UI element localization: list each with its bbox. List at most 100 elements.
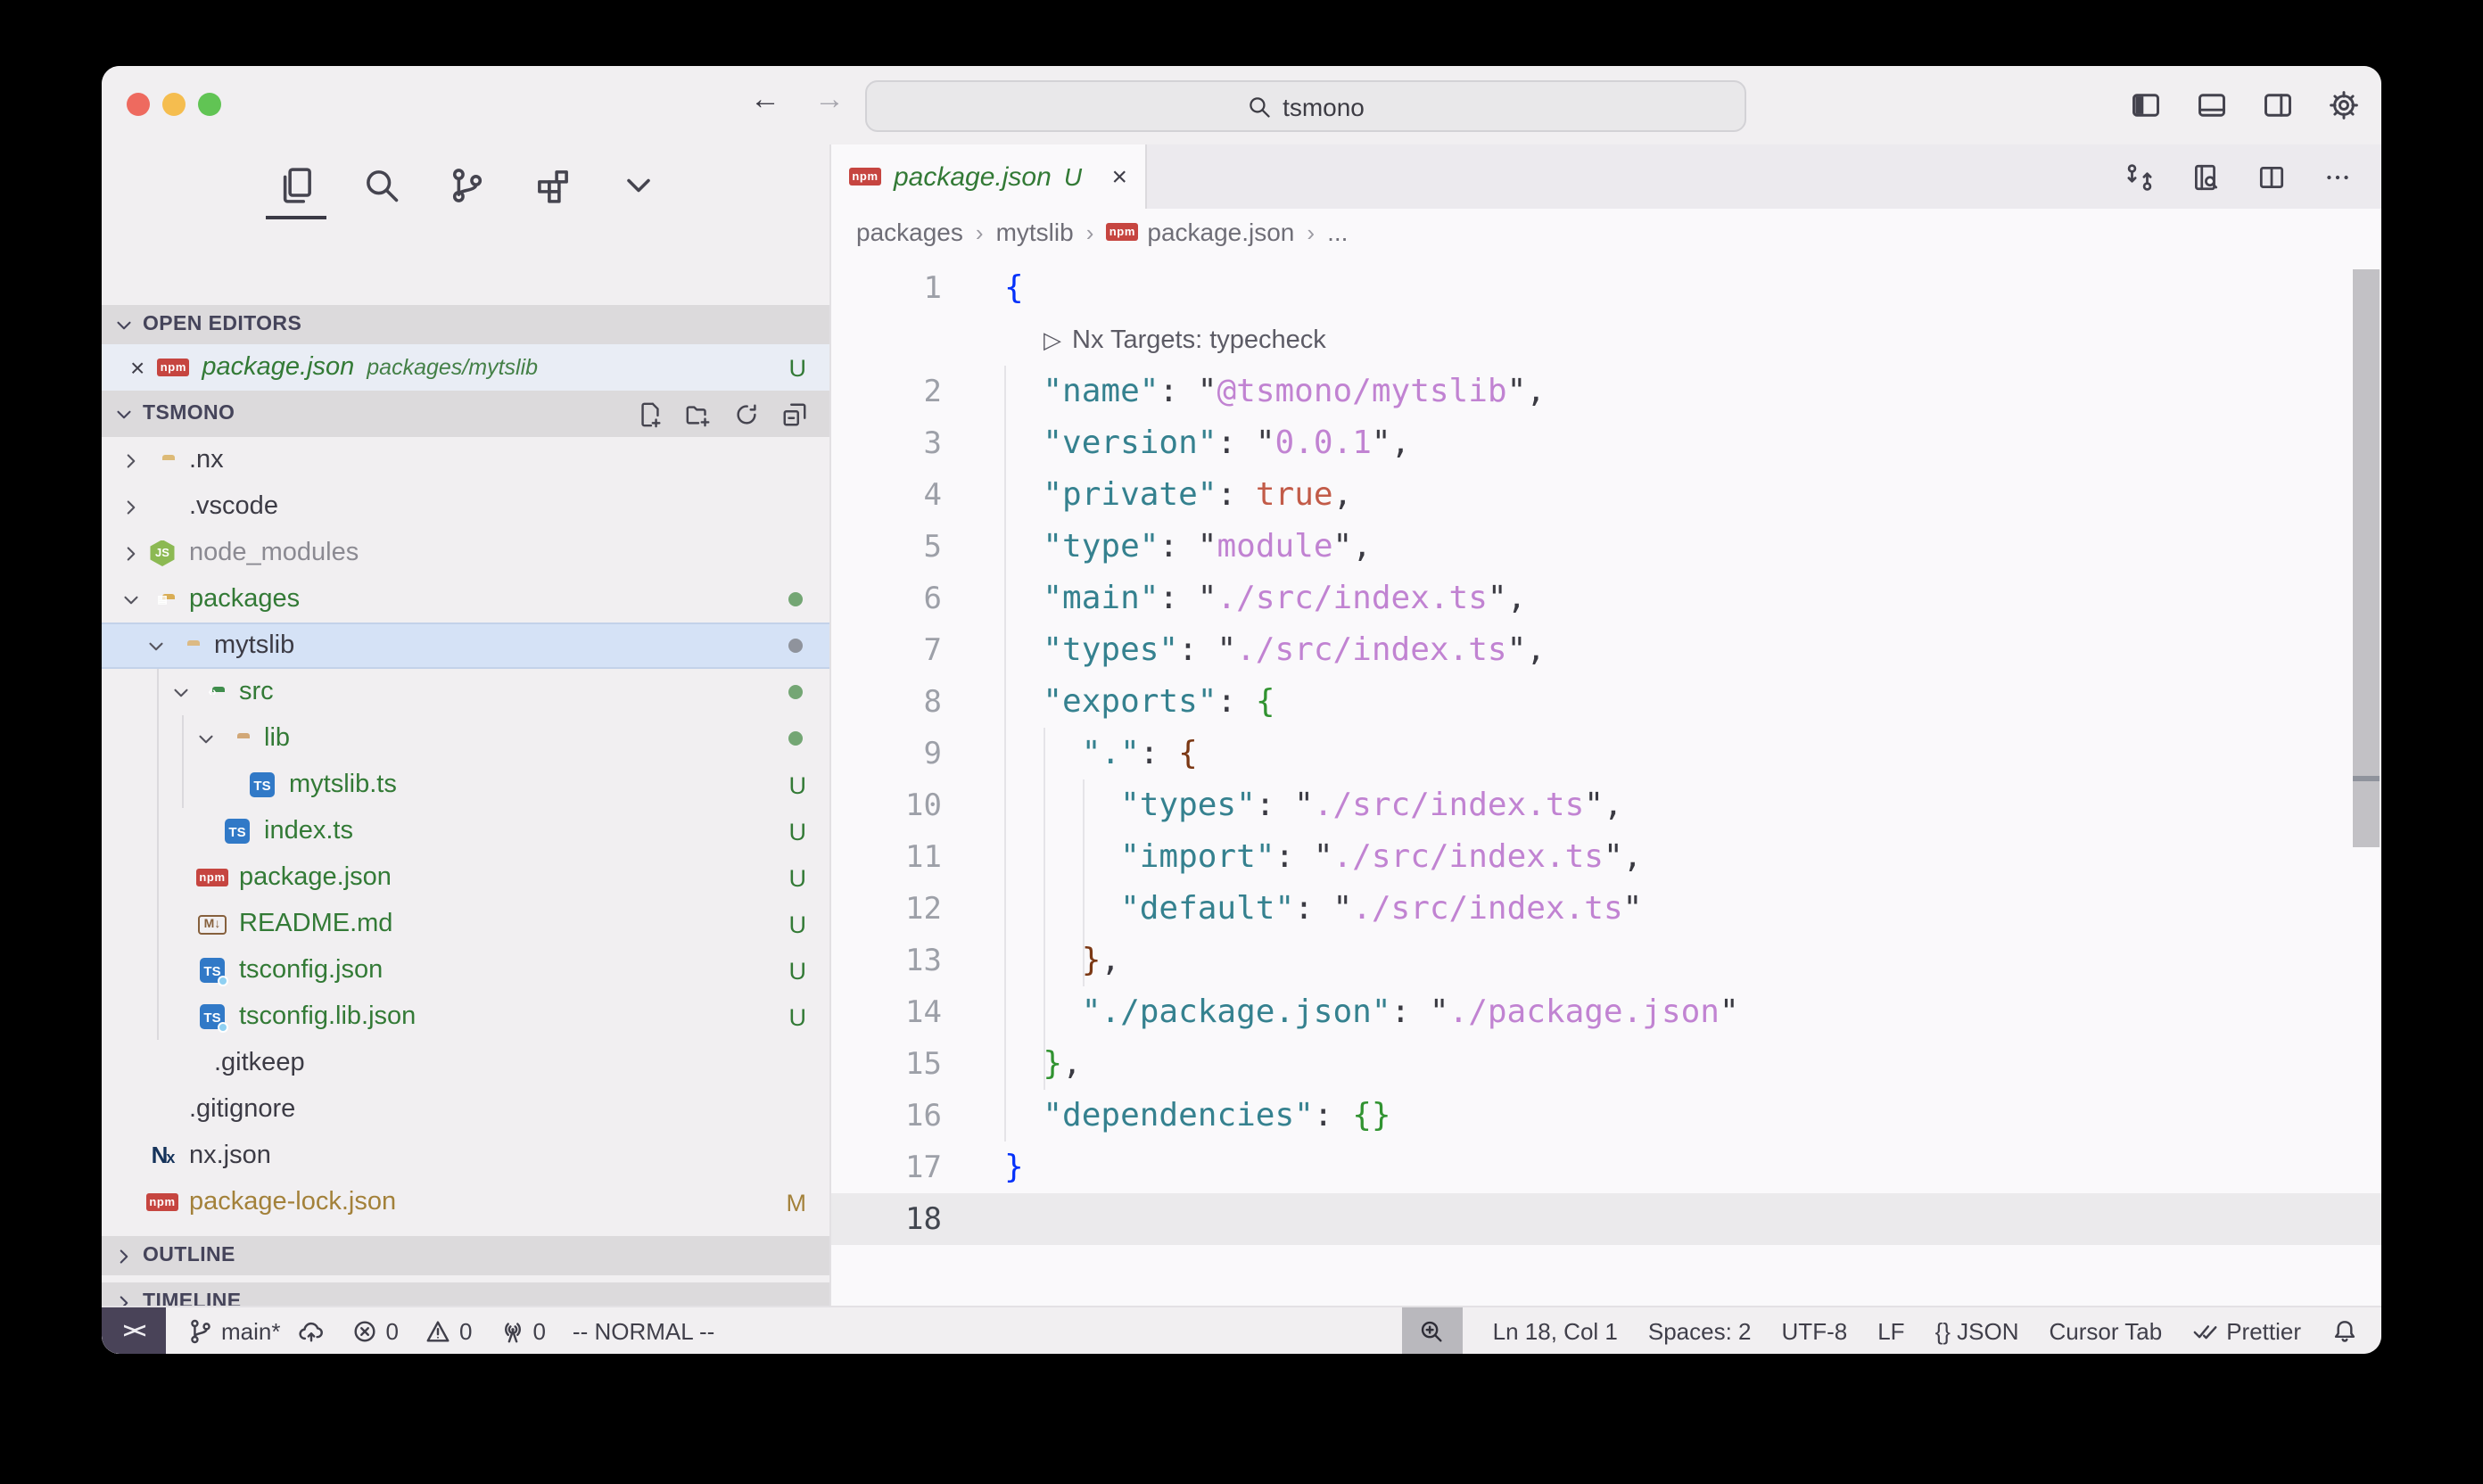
- status-utf-8[interactable]: UTF-8: [1782, 1317, 1848, 1344]
- code-line-9[interactable]: 9 ".": {: [831, 728, 2381, 779]
- tree-item-label: package.json: [239, 863, 392, 892]
- tree-item-src[interactable]: ‹›src: [102, 669, 829, 715]
- status-cursor-tab[interactable]: Cursor Tab: [2050, 1317, 2163, 1344]
- tree-item-nx-json[interactable]: Nxnx.json: [102, 1133, 829, 1179]
- history-back-button[interactable]: ←: [744, 82, 787, 118]
- line-number: 15: [831, 1046, 942, 1082]
- tab-package-json[interactable]: npm package.json U ×: [831, 144, 1147, 209]
- close-window-button[interactable]: [127, 93, 150, 116]
- layout-sidebar-left-icon[interactable]: [2130, 89, 2162, 121]
- zoom-in-indicator[interactable]: [1402, 1307, 1463, 1354]
- breadcrumb-item[interactable]: ...: [1327, 218, 1348, 246]
- activity-search[interactable]: [362, 165, 401, 204]
- code-line-3[interactable]: 3 "version": "0.0.1",: [831, 417, 2381, 469]
- codelens[interactable]: ▷ Nx Targets: typecheck: [831, 314, 2381, 366]
- code-line-7[interactable]: 7 "types": "./src/index.ts",: [831, 624, 2381, 676]
- status-spaces-2[interactable]: Spaces: 2: [1648, 1317, 1752, 1344]
- codelens-label[interactable]: Nx Targets: typecheck: [1072, 326, 1326, 354]
- layout-panel-bottom-icon[interactable]: [2196, 89, 2228, 121]
- command-center-search[interactable]: tsmono: [865, 80, 1746, 132]
- npm-icon: npm: [146, 1193, 178, 1211]
- close-icon[interactable]: ×: [130, 353, 144, 382]
- new-file-icon[interactable]: [637, 400, 664, 427]
- code-line-16[interactable]: 16 "dependencies": {}: [831, 1090, 2381, 1142]
- tree-item-tsconfig-lib-json[interactable]: TStsconfig.lib.jsonU: [102, 993, 829, 1040]
- status-0[interactable]: 0: [352, 1317, 399, 1344]
- status-lf[interactable]: LF: [1877, 1317, 1904, 1344]
- outline-header[interactable]: OUTLINE: [102, 1236, 829, 1275]
- breadcrumb-item[interactable]: npmpackage.json: [1106, 218, 1294, 246]
- collapse-all-icon[interactable]: [781, 400, 808, 427]
- code-line-18[interactable]: 18: [831, 1193, 2381, 1245]
- status-ln-18-col-1[interactable]: Ln 18, Col 1: [1493, 1317, 1618, 1344]
- close-icon[interactable]: ×: [1111, 161, 1127, 192]
- code-line-14[interactable]: 14 "./package.json": "./package.json": [831, 986, 2381, 1038]
- tree-item--nx[interactable]: .nx: [102, 437, 829, 483]
- git-status-dot: [788, 592, 803, 606]
- minimize-window-button[interactable]: [162, 93, 186, 116]
- more-actions-icon[interactable]: [2322, 161, 2353, 192]
- git-status-badge: U: [789, 1003, 807, 1030]
- tree-item-tsconfig-json[interactable]: TStsconfig.jsonU: [102, 947, 829, 993]
- status-0[interactable]: 0: [425, 1317, 472, 1344]
- open-editor-item[interactable]: × npm package.json packages/mytslib U: [102, 344, 829, 391]
- tree-item-packages[interactable]: ▤packages: [102, 576, 829, 622]
- code-line-5[interactable]: 5 "type": "module",: [831, 521, 2381, 573]
- scrollbar-thumb[interactable]: [2353, 781, 2380, 847]
- code-line-2[interactable]: 2 "name": "@tsmono/mytslib",: [831, 366, 2381, 417]
- tree-item--gitkeep[interactable]: .gitkeep: [102, 1040, 829, 1086]
- activity-extensions[interactable]: [533, 165, 573, 204]
- tree-item-mytslib[interactable]: mytslib: [102, 622, 829, 669]
- run-icon[interactable]: ▷: [1044, 326, 1061, 354]
- scrollbar-thumb[interactable]: [2353, 269, 2380, 776]
- tree-item-label: src: [239, 678, 274, 706]
- history-forward-button[interactable]: →: [808, 82, 851, 118]
- tree-item-mytslib-ts[interactable]: TSmytslib.tsU: [102, 762, 829, 808]
- open-editors-header[interactable]: OPEN EDITORS: [102, 305, 829, 344]
- breadcrumb[interactable]: packages›mytslib›npmpackage.json›...: [831, 209, 2381, 255]
- status-0[interactable]: 0: [499, 1317, 545, 1344]
- npm-icon: npm: [196, 869, 228, 886]
- tree-item-package-json[interactable]: npmpackage.jsonU: [102, 854, 829, 901]
- breadcrumb-item[interactable]: mytslib: [996, 218, 1074, 246]
- tree-item-label: tsconfig.json: [239, 956, 383, 985]
- new-folder-icon[interactable]: [685, 400, 712, 427]
- tree-item--vscode[interactable]: .vscode: [102, 483, 829, 530]
- split-editor-icon[interactable]: [2256, 161, 2287, 192]
- settings-gear-icon[interactable]: [2328, 89, 2360, 121]
- code-line-11[interactable]: 11 "import": "./src/index.ts",: [831, 831, 2381, 883]
- remote-indicator[interactable]: ><: [102, 1307, 166, 1354]
- code-line-4[interactable]: 4 "private": true,: [831, 469, 2381, 521]
- code-line-15[interactable]: 15 },: [831, 1038, 2381, 1090]
- code-line-6[interactable]: 6 "main": "./src/index.ts",: [831, 573, 2381, 624]
- code-line-10[interactable]: 10 "types": "./src/index.ts",: [831, 779, 2381, 831]
- layout-sidebar-right-icon[interactable]: [2262, 89, 2294, 121]
- code-line-17[interactable]: 17}: [831, 1142, 2381, 1193]
- breadcrumb-item[interactable]: packages: [856, 218, 963, 246]
- status--normal-[interactable]: -- NORMAL --: [573, 1317, 714, 1344]
- refresh-icon[interactable]: [733, 400, 760, 427]
- code-line-8[interactable]: 8 "exports": {: [831, 676, 2381, 728]
- tree-item--gitignore[interactable]: .gitignore: [102, 1086, 829, 1133]
- activity-more[interactable]: [619, 165, 658, 204]
- status-prettier[interactable]: Prettier: [2192, 1317, 2301, 1344]
- maximize-window-button[interactable]: [198, 93, 221, 116]
- workspace-header[interactable]: TSMONO: [102, 391, 829, 437]
- tree-item-readme-md[interactable]: M↓README.mdU: [102, 901, 829, 947]
- code-line-12[interactable]: 12 "default": "./src/index.ts": [831, 883, 2381, 935]
- tree-item-index-ts[interactable]: TSindex.tsU: [102, 808, 829, 854]
- tree-item-node-modules[interactable]: JSnode_modules: [102, 530, 829, 576]
- tree-item-lib[interactable]: lib: [102, 715, 829, 762]
- tree-item-package-lock-json[interactable]: npmpackage-lock.jsonM: [102, 1179, 829, 1225]
- code-editor[interactable]: 1{ ▷ Nx Targets: typecheck 2 "name": "@tsmo…: [831, 255, 2381, 1307]
- chevron-down-icon: [112, 402, 136, 425]
- preview-icon[interactable]: [2190, 161, 2221, 192]
- activity-source-control[interactable]: [448, 165, 487, 204]
- open-changes-icon[interactable]: [2124, 161, 2155, 192]
- status-bell[interactable]: [2331, 1317, 2358, 1344]
- activity-explorer[interactable]: [276, 165, 316, 204]
- status--json[interactable]: {} JSON: [1935, 1317, 2019, 1344]
- status-main-[interactable]: main*: [187, 1317, 326, 1344]
- code-line-13[interactable]: 13 },: [831, 935, 2381, 986]
- code-line-1[interactable]: 1{: [831, 262, 2381, 314]
